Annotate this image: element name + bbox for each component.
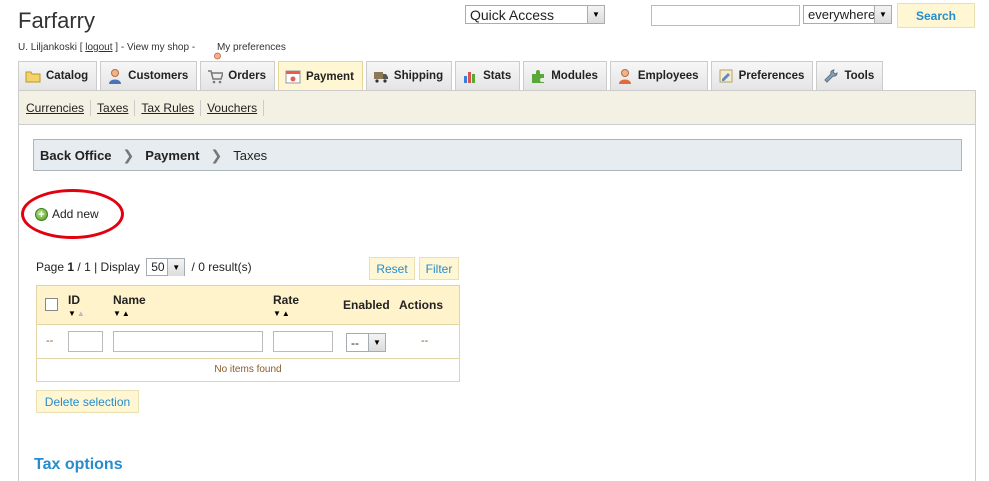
tab-shipping[interactable]: Shipping (365, 61, 453, 90)
column-id: ID ▼▲ (68, 293, 86, 318)
payment-icon (285, 69, 301, 85)
current-page: 1 (67, 260, 75, 274)
logout-link[interactable]: logout (85, 42, 112, 53)
chevron-right-icon: ❯ (122, 146, 135, 163)
rate-filter-input[interactable] (273, 331, 333, 352)
table-header: ID ▼▲ Name ▼▲ Rate ▼▲ Enabled Actions (37, 286, 459, 324)
employee-icon (617, 68, 633, 84)
main-panel: Currencies Taxes Tax Rules Vouchers Back… (18, 90, 976, 481)
column-name: Name ▼▲ (113, 293, 146, 318)
add-new-link[interactable]: + Add new (35, 207, 99, 221)
tab-stats[interactable]: Stats (455, 61, 521, 90)
per-page-select[interactable]: 50 ▼ (146, 258, 186, 276)
add-icon: + (35, 207, 48, 221)
pagination: Page 1 / 1 | Display 50 ▼ / 0 result(s) (36, 258, 252, 276)
tab-payment[interactable]: Payment (277, 61, 363, 91)
tab-customers[interactable]: Customers (100, 61, 198, 90)
truck-icon (373, 68, 389, 84)
taxes-table: ID ▼▲ Name ▼▲ Rate ▼▲ Enabled Actions -- --… (36, 285, 460, 382)
wrench-icon (823, 68, 839, 84)
breadcrumb-taxes: Taxes (233, 147, 268, 163)
my-preferences-link[interactable]: My preferences (217, 42, 286, 53)
column-actions: Actions (399, 298, 444, 312)
tab-preferences[interactable]: Preferences (710, 61, 814, 90)
preferences-icon (718, 68, 734, 84)
breadcrumb-back-office[interactable]: Back Office (40, 148, 112, 163)
customer-icon (107, 68, 123, 84)
name-filter-input[interactable] (113, 331, 263, 352)
sub-navigation: Currencies Taxes Tax Rules Vouchers (19, 91, 975, 125)
shop-name: Farfarry (18, 8, 95, 33)
chevron-down-icon: ▼ (587, 6, 604, 23)
filter-button[interactable]: Filter (419, 257, 459, 280)
chevron-down-icon: ▼ (368, 334, 385, 351)
main-tabs: Catalog Customers Orders Payment Shippin… (18, 61, 886, 91)
subnav-currencies[interactable]: Currencies (25, 99, 92, 116)
search-scope-select[interactable]: everywhere ▼ (803, 5, 892, 24)
id-filter-input[interactable] (68, 331, 103, 352)
delete-selection-button[interactable]: Delete selection (36, 390, 139, 413)
chevron-down-icon: ▼ (874, 6, 891, 23)
tab-modules[interactable]: Modules (523, 61, 607, 90)
quick-access-select[interactable]: Quick Access ▼ (465, 5, 605, 24)
user-name: U. Liljankoski (18, 42, 77, 53)
subnav-taxes[interactable]: Taxes (96, 99, 136, 116)
select-all-checkbox[interactable] (45, 298, 58, 311)
result-count: / 0 result(s) (188, 260, 252, 274)
puzzle-icon (530, 68, 546, 84)
tab-tools[interactable]: Tools (816, 61, 884, 90)
folder-icon (25, 68, 41, 84)
reset-button[interactable]: Reset (369, 257, 415, 280)
tax-options-heading: Tax options (34, 456, 123, 473)
user-line: U. Liljankoski [ logout ] - View my shop… (18, 41, 286, 65)
cart-icon (207, 68, 225, 84)
column-enabled: Enabled (343, 298, 390, 312)
subnav-tax-rules[interactable]: Tax Rules (140, 99, 202, 116)
sort-arrows-icon[interactable]: ▼▲ (68, 309, 86, 318)
chart-icon (462, 68, 478, 84)
user-icon (200, 41, 224, 65)
tab-employees[interactable]: Employees (609, 61, 708, 90)
sort-arrows-icon[interactable]: ▼▲ (113, 309, 146, 318)
subnav-vouchers[interactable]: Vouchers (206, 99, 265, 116)
breadcrumb: Back Office ❯ Payment ❯ Taxes (33, 139, 962, 171)
empty-message: No items found (37, 358, 459, 380)
chevron-right-icon: ❯ (210, 146, 223, 163)
breadcrumb-payment[interactable]: Payment (145, 148, 199, 163)
search-input[interactable] (651, 5, 800, 26)
filter-row: -- -- ▼ -- (37, 324, 459, 358)
total-pages: 1 (84, 260, 91, 274)
sort-arrows-icon[interactable]: ▼▲ (273, 309, 299, 318)
view-shop-link[interactable]: View my shop (127, 42, 189, 53)
chevron-down-icon: ▼ (167, 258, 185, 276)
search-button[interactable]: Search (897, 3, 975, 28)
column-rate: Rate ▼▲ (273, 293, 300, 318)
tab-orders[interactable]: Orders (200, 61, 275, 90)
tab-catalog[interactable]: Catalog (18, 61, 98, 90)
enabled-filter-select[interactable]: -- ▼ (346, 333, 386, 352)
